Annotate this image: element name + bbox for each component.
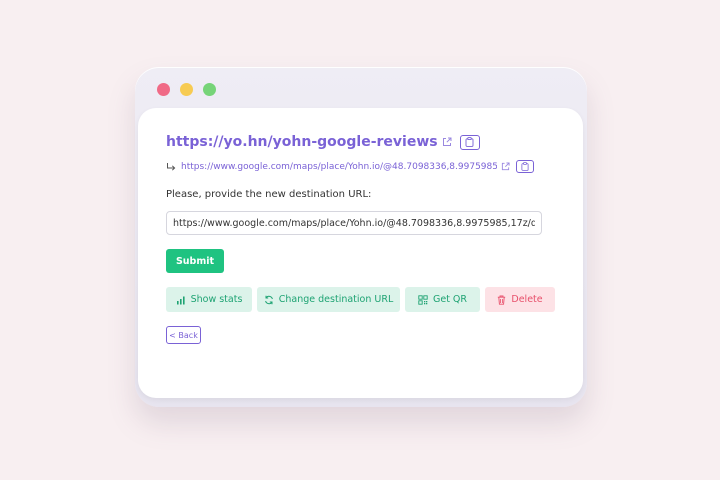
clipboard-icon [521,162,529,171]
external-link-icon[interactable] [442,137,452,147]
destination-prompt-label: Please, provide the new destination URL: [166,189,372,200]
minimize-window-button[interactable] [180,83,193,96]
clipboard-icon [465,137,474,147]
get-qr-button[interactable]: Get QR [405,287,480,312]
back-button[interactable]: < Back [166,326,201,344]
maximize-window-button[interactable] [203,83,216,96]
copy-destination-url-button[interactable] [516,160,534,173]
qr-code-icon [418,294,428,305]
change-destination-button[interactable]: Change destination URL [257,287,400,312]
destination-url-row: https://www.google.com/maps/place/Yohn.i… [166,160,534,173]
bar-chart-icon [176,295,186,305]
external-link-icon[interactable] [501,162,510,171]
delete-label: Delete [511,294,543,305]
trash-icon [497,295,506,305]
copy-short-url-button[interactable] [459,134,480,150]
action-bar: Show stats Change destination URL Get QR… [166,287,560,312]
return-arrow-icon [166,162,176,172]
submit-button[interactable]: Submit [166,249,224,273]
close-window-button[interactable] [157,83,170,96]
get-qr-label: Get QR [432,294,468,305]
short-url-link[interactable]: https://yo.hn/yohn-google-reviews [166,134,438,150]
link-editor-card: https://yo.hn/yohn-google-reviews https:… [138,108,583,398]
destination-url-input[interactable] [166,211,542,235]
show-stats-button[interactable]: Show stats [166,287,252,312]
change-destination-label: Change destination URL [278,294,394,305]
destination-url-link[interactable]: https://www.google.com/maps/place/Yohn.i… [181,162,497,172]
refresh-icon [264,295,274,305]
delete-button[interactable]: Delete [485,287,555,312]
show-stats-label: Show stats [190,294,243,305]
short-url-row: https://yo.hn/yohn-google-reviews [166,134,480,150]
